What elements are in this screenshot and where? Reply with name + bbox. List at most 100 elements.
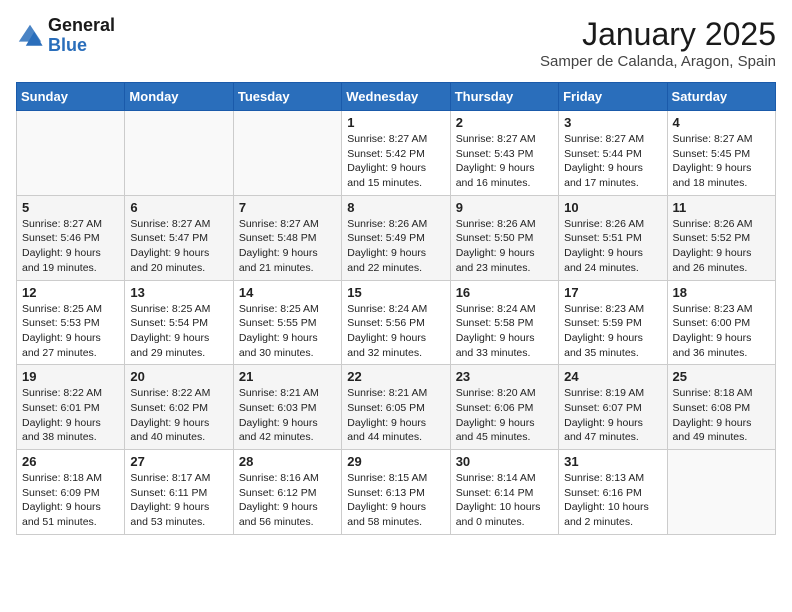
day-number: 27 xyxy=(130,454,227,469)
day-number: 26 xyxy=(22,454,119,469)
day-number: 16 xyxy=(456,285,553,300)
calendar-cell: 2 Sunrise: 8:27 AMSunset: 5:43 PMDaylight… xyxy=(450,111,558,196)
calendar-cell: 3Sunrise: 8:27 AMSunset: 5:44 PMDaylight… xyxy=(559,111,667,196)
day-number: 4 xyxy=(673,115,770,130)
day-info: Sunrise: 8:21 AMSunset: 6:03 PMDaylight:… xyxy=(239,386,336,445)
day-number: 24 xyxy=(564,369,661,384)
calendar-cell: 26 Sunrise: 8:18 AMSunset: 6:09 PMDayligh… xyxy=(17,450,125,535)
calendar-cell: 11 Sunrise: 8:26 AMSunset: 5:52 PMDayligh… xyxy=(667,195,775,280)
day-info: Sunrise: 8:25 AMSunset: 5:53 PMDaylight:… xyxy=(22,302,119,361)
calendar-week-2: 5 Sunrise: 8:27 AMSunset: 5:46 PMDaylight… xyxy=(17,195,776,280)
day-info: Sunrise: 8:22 AMSunset: 6:01 PMDaylight:… xyxy=(22,386,119,445)
location: Samper de Calanda, Aragon, Spain xyxy=(540,53,776,70)
calendar-cell: 5 Sunrise: 8:27 AMSunset: 5:46 PMDaylight… xyxy=(17,195,125,280)
day-info: Sunrise: 8:27 AMSunset: 5:45 PMDaylight:… xyxy=(673,132,770,191)
day-info: Sunrise: 8:23 AMSunset: 5:59 PMDaylight:… xyxy=(564,302,661,361)
day-info: Sunrise: 8:27 AMSunset: 5:46 PMDaylight:… xyxy=(22,217,119,276)
calendar-cell: 23Sunrise: 8:20 AMSunset: 6:06 PMDayligh… xyxy=(450,365,558,450)
day-number: 15 xyxy=(347,285,444,300)
calendar-body: 1 Sunrise: 8:27 AMSunset: 5:42 PMDaylight… xyxy=(17,111,776,535)
calendar-week-5: 26 Sunrise: 8:18 AMSunset: 6:09 PMDayligh… xyxy=(17,450,776,535)
day-number: 10 xyxy=(564,200,661,215)
month-year: January 2025 xyxy=(540,16,776,53)
calendar-cell xyxy=(125,111,233,196)
day-number: 17 xyxy=(564,285,661,300)
day-info: Sunrise: 8:23 AMSunset: 6:00 PMDaylight:… xyxy=(673,302,770,361)
day-info: Sunrise: 8:27 AMSunset: 5:44 PMDaylight:… xyxy=(564,132,661,191)
page-header: General Blue January 2025 Samper de Cala… xyxy=(16,16,776,70)
calendar-week-4: 19 Sunrise: 8:22 AMSunset: 6:01 PMDayligh… xyxy=(17,365,776,450)
day-info: Sunrise: 8:27 AMSunset: 5:43 PMDaylight:… xyxy=(456,132,553,191)
calendar-cell: 15 Sunrise: 8:24 AMSunset: 5:56 PMDayligh… xyxy=(342,280,450,365)
day-number: 25 xyxy=(673,369,770,384)
day-info: Sunrise: 8:26 AMSunset: 5:52 PMDaylight:… xyxy=(673,217,770,276)
title-block: January 2025 Samper de Calanda, Aragon, … xyxy=(540,16,776,70)
day-number: 12 xyxy=(22,285,119,300)
day-info: Sunrise: 8:25 AMSunset: 5:55 PMDaylight:… xyxy=(239,302,336,361)
day-info: Sunrise: 8:14 AMSunset: 6:14 PMDaylight:… xyxy=(456,471,553,530)
weekday-wednesday: Wednesday xyxy=(342,83,450,111)
day-number: 11 xyxy=(673,200,770,215)
day-number: 19 xyxy=(22,369,119,384)
calendar-cell: 28 Sunrise: 8:16 AMSunset: 6:12 PMDayligh… xyxy=(233,450,341,535)
calendar-cell: 16 Sunrise: 8:24 AMSunset: 5:58 PMDayligh… xyxy=(450,280,558,365)
calendar-cell: 4 Sunrise: 8:27 AMSunset: 5:45 PMDaylight… xyxy=(667,111,775,196)
weekday-saturday: Saturday xyxy=(667,83,775,111)
calendar-cell: 1 Sunrise: 8:27 AMSunset: 5:42 PMDaylight… xyxy=(342,111,450,196)
day-info: Sunrise: 8:13 AMSunset: 6:16 PMDaylight:… xyxy=(564,471,661,530)
day-number: 7 xyxy=(239,200,336,215)
day-number: 28 xyxy=(239,454,336,469)
day-info: Sunrise: 8:25 AMSunset: 5:54 PMDaylight:… xyxy=(130,302,227,361)
day-number: 13 xyxy=(130,285,227,300)
calendar-cell: 18Sunrise: 8:23 AMSunset: 6:00 PMDayligh… xyxy=(667,280,775,365)
day-number: 8 xyxy=(347,200,444,215)
calendar-week-1: 1 Sunrise: 8:27 AMSunset: 5:42 PMDaylight… xyxy=(17,111,776,196)
day-info: Sunrise: 8:17 AMSunset: 6:11 PMDaylight:… xyxy=(130,471,227,530)
calendar-cell: 22 Sunrise: 8:21 AMSunset: 6:05 PMDayligh… xyxy=(342,365,450,450)
calendar-week-3: 12 Sunrise: 8:25 AMSunset: 5:53 PMDayligh… xyxy=(17,280,776,365)
day-info: Sunrise: 8:16 AMSunset: 6:12 PMDaylight:… xyxy=(239,471,336,530)
day-number: 2 xyxy=(456,115,553,130)
calendar-cell: 13 Sunrise: 8:25 AMSunset: 5:54 PMDayligh… xyxy=(125,280,233,365)
calendar-cell: 31Sunrise: 8:13 AMSunset: 6:16 PMDayligh… xyxy=(559,450,667,535)
weekday-monday: Monday xyxy=(125,83,233,111)
weekday-sunday: Sunday xyxy=(17,83,125,111)
day-number: 21 xyxy=(239,369,336,384)
day-info: Sunrise: 8:18 AMSunset: 6:09 PMDaylight:… xyxy=(22,471,119,530)
day-info: Sunrise: 8:27 AMSunset: 5:42 PMDaylight:… xyxy=(347,132,444,191)
calendar-cell xyxy=(233,111,341,196)
calendar: SundayMondayTuesdayWednesdayThursdayFrid… xyxy=(16,82,776,535)
logo-icon xyxy=(16,22,44,50)
calendar-cell: 27 Sunrise: 8:17 AMSunset: 6:11 PMDayligh… xyxy=(125,450,233,535)
weekday-header-row: SundayMondayTuesdayWednesdayThursdayFrid… xyxy=(17,83,776,111)
calendar-cell: 8Sunrise: 8:26 AMSunset: 5:49 PMDaylight… xyxy=(342,195,450,280)
calendar-cell: 25Sunrise: 8:18 AMSunset: 6:08 PMDayligh… xyxy=(667,365,775,450)
day-info: Sunrise: 8:27 AMSunset: 5:47 PMDaylight:… xyxy=(130,217,227,276)
day-number: 22 xyxy=(347,369,444,384)
logo-blue: Blue xyxy=(48,36,115,56)
day-info: Sunrise: 8:26 AMSunset: 5:51 PMDaylight:… xyxy=(564,217,661,276)
day-number: 6 xyxy=(130,200,227,215)
day-info: Sunrise: 8:22 AMSunset: 6:02 PMDaylight:… xyxy=(130,386,227,445)
calendar-cell: 14Sunrise: 8:25 AMSunset: 5:55 PMDayligh… xyxy=(233,280,341,365)
calendar-cell: 30 Sunrise: 8:14 AMSunset: 6:14 PMDayligh… xyxy=(450,450,558,535)
day-number: 1 xyxy=(347,115,444,130)
day-number: 5 xyxy=(22,200,119,215)
day-number: 30 xyxy=(456,454,553,469)
calendar-cell: 29Sunrise: 8:15 AMSunset: 6:13 PMDayligh… xyxy=(342,450,450,535)
calendar-cell: 20 Sunrise: 8:22 AMSunset: 6:02 PMDayligh… xyxy=(125,365,233,450)
calendar-cell: 17 Sunrise: 8:23 AMSunset: 5:59 PMDayligh… xyxy=(559,280,667,365)
logo-general: General xyxy=(48,16,115,36)
day-info: Sunrise: 8:20 AMSunset: 6:06 PMDaylight:… xyxy=(456,386,553,445)
day-number: 20 xyxy=(130,369,227,384)
calendar-cell: 19 Sunrise: 8:22 AMSunset: 6:01 PMDayligh… xyxy=(17,365,125,450)
calendar-cell: 9Sunrise: 8:26 AMSunset: 5:50 PMDaylight… xyxy=(450,195,558,280)
day-info: Sunrise: 8:21 AMSunset: 6:05 PMDaylight:… xyxy=(347,386,444,445)
day-info: Sunrise: 8:24 AMSunset: 5:56 PMDaylight:… xyxy=(347,302,444,361)
weekday-thursday: Thursday xyxy=(450,83,558,111)
calendar-cell xyxy=(667,450,775,535)
day-info: Sunrise: 8:24 AMSunset: 5:58 PMDaylight:… xyxy=(456,302,553,361)
logo: General Blue xyxy=(16,16,115,56)
calendar-cell: 10 Sunrise: 8:26 AMSunset: 5:51 PMDayligh… xyxy=(559,195,667,280)
day-info: Sunrise: 8:27 AMSunset: 5:48 PMDaylight:… xyxy=(239,217,336,276)
